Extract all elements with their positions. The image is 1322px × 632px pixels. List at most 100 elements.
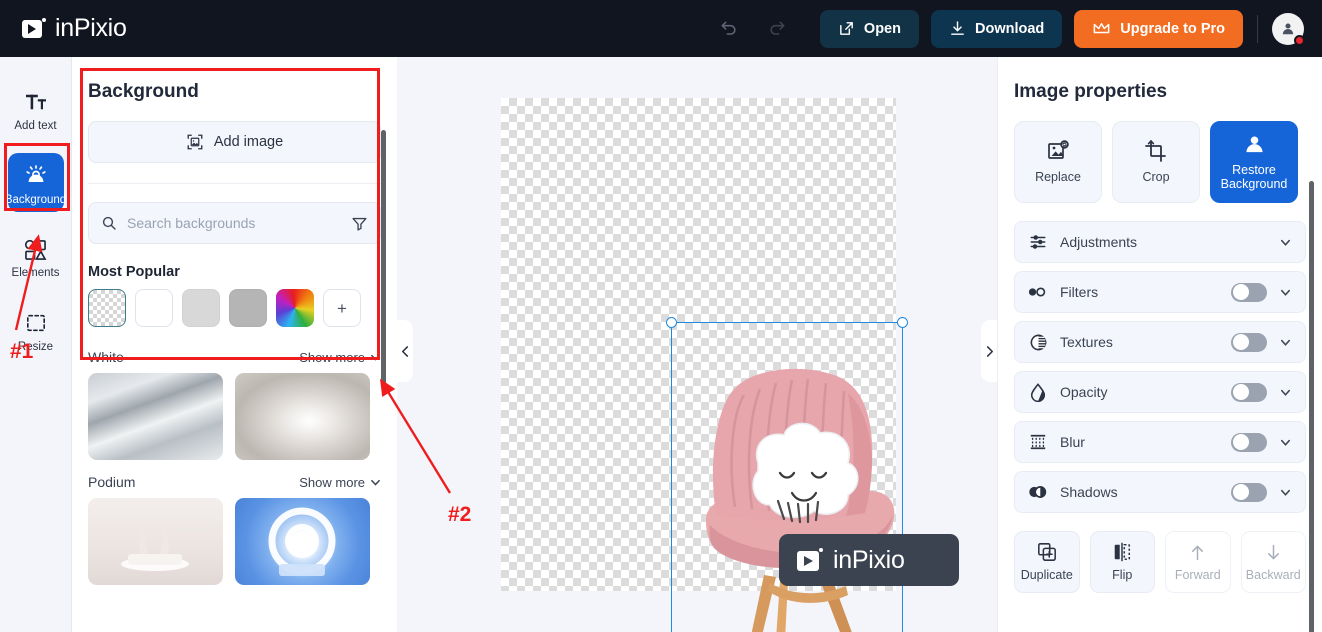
backward-button[interactable]: Backward xyxy=(1240,531,1306,593)
sidebar-item-background[interactable]: Background xyxy=(4,152,67,213)
panel-scrollbar[interactable] xyxy=(381,130,386,385)
collapse-right-panel-button[interactable] xyxy=(981,320,997,382)
swatch-list: + xyxy=(88,289,381,327)
redo-icon[interactable] xyxy=(760,12,794,46)
elements-icon xyxy=(24,236,47,262)
canvas-area[interactable]: inPixio xyxy=(397,57,997,632)
forward-button[interactable]: Forward xyxy=(1165,531,1231,593)
swatch-color-picker[interactable] xyxy=(276,289,314,327)
swatch-gray[interactable] xyxy=(229,289,267,327)
resize-handle-top-right[interactable] xyxy=(897,317,908,328)
chevron-down-icon[interactable] xyxy=(1279,386,1292,399)
chevron-down-icon xyxy=(370,352,381,363)
toggle-opacity[interactable] xyxy=(1231,382,1267,402)
chevron-right-icon xyxy=(984,345,995,358)
category-header-white: White Show more xyxy=(88,349,381,365)
sliders-icon xyxy=(1028,233,1048,251)
crop-icon xyxy=(1144,139,1168,163)
row-label-blur: Blur xyxy=(1060,434,1085,450)
row-label-shadows: Shadows xyxy=(1060,484,1118,500)
panel-title: Background xyxy=(88,81,199,102)
category-name-podium: Podium xyxy=(88,474,136,490)
sidebar-label-elements: Elements xyxy=(11,267,60,280)
sidebar-item-add-text[interactable]: Add text xyxy=(8,79,64,139)
swatch-white[interactable] xyxy=(135,289,173,327)
row-opacity[interactable]: Opacity xyxy=(1014,371,1306,413)
plus-icon: + xyxy=(337,298,347,318)
category-header-podium: Podium Show more xyxy=(88,474,381,490)
download-icon xyxy=(949,20,966,37)
category-name-white: White xyxy=(88,349,124,365)
row-blur[interactable]: Blur xyxy=(1014,421,1306,463)
watermark: inPixio xyxy=(779,534,959,586)
show-more-podium[interactable]: Show more xyxy=(299,475,381,490)
property-rows: Adjustments Filters Textures Opacity Blu… xyxy=(998,203,1322,513)
row-filters[interactable]: Filters xyxy=(1014,271,1306,313)
add-image-label: Add image xyxy=(213,134,284,150)
chevron-down-icon[interactable] xyxy=(1279,336,1292,349)
resize-handle-top-left[interactable] xyxy=(666,317,677,328)
toggle-blur[interactable] xyxy=(1231,432,1267,452)
background-thumb-podium-beige[interactable] xyxy=(88,498,223,585)
swatch-add-color[interactable]: + xyxy=(323,289,361,327)
arrow-down-icon xyxy=(1264,543,1283,562)
panel-divider xyxy=(88,183,381,184)
duplicate-label: Duplicate xyxy=(1020,568,1073,582)
background-thumb-podium-blue-ring[interactable] xyxy=(235,498,370,585)
search-backgrounds-field[interactable] xyxy=(88,202,381,244)
row-shadows[interactable]: Shadows xyxy=(1014,471,1306,513)
filter-icon[interactable] xyxy=(351,215,368,232)
sidebar-item-resize[interactable]: Resize xyxy=(8,300,64,360)
toggle-textures[interactable] xyxy=(1231,332,1267,352)
app-header: inPixio Open Download Upgrade to Pro xyxy=(0,0,1322,57)
opacity-drop-icon xyxy=(1028,382,1048,402)
swatch-light-gray[interactable] xyxy=(182,289,220,327)
replace-button[interactable]: Replace xyxy=(1014,121,1102,203)
row-label-filters: Filters xyxy=(1060,284,1099,300)
collapse-left-panel-button[interactable] xyxy=(397,320,413,382)
open-external-icon xyxy=(838,20,855,37)
undo-icon[interactable] xyxy=(712,12,746,46)
image-properties-title: Image properties xyxy=(1014,81,1168,102)
add-image-button[interactable]: Add image xyxy=(88,121,381,163)
open-button[interactable]: Open xyxy=(819,9,919,48)
inpixio-logo-icon xyxy=(22,17,46,41)
textures-icon xyxy=(1028,333,1048,352)
avatar[interactable] xyxy=(1272,12,1305,46)
duplicate-button[interactable]: Duplicate xyxy=(1014,531,1080,593)
row-adjustments[interactable]: Adjustments xyxy=(1014,221,1306,263)
arrow-up-icon xyxy=(1188,543,1207,562)
background-panel: Background Add image Search backgrounds … xyxy=(72,57,397,632)
show-more-white[interactable]: Show more xyxy=(299,350,381,365)
most-popular-label: Most Popular xyxy=(88,264,180,280)
download-button[interactable]: Download xyxy=(930,9,1063,48)
chevron-down-icon[interactable] xyxy=(1279,286,1292,299)
person-icon xyxy=(1243,133,1266,156)
crop-button[interactable]: Crop xyxy=(1112,121,1200,203)
background-thumb-white-arches[interactable] xyxy=(235,373,370,460)
flip-button[interactable]: Flip xyxy=(1089,531,1155,593)
image-action-row: Replace Crop Restore Background xyxy=(998,121,1322,203)
background-thumb-white-dunes[interactable] xyxy=(88,373,223,460)
forward-label: Forward xyxy=(1174,567,1221,582)
chevron-down-icon[interactable] xyxy=(1279,436,1292,449)
sidebar-item-elements[interactable]: Elements xyxy=(8,226,64,286)
shadows-icon xyxy=(1028,484,1048,500)
toggle-shadows[interactable] xyxy=(1231,482,1267,502)
thumb-row-white xyxy=(88,373,381,460)
flip-label: Flip xyxy=(1112,568,1133,582)
right-panel-scrollbar[interactable] xyxy=(1309,181,1314,632)
upgrade-to-pro-button[interactable]: Upgrade to Pro xyxy=(1074,9,1243,48)
search-input[interactable] xyxy=(127,215,341,231)
chevron-down-icon[interactable] xyxy=(1279,236,1292,249)
restore-background-button[interactable]: Restore Background xyxy=(1210,121,1298,203)
resize-icon xyxy=(25,310,47,336)
chevron-down-icon xyxy=(370,477,381,488)
swatch-transparent[interactable] xyxy=(88,289,126,327)
chevron-down-icon[interactable] xyxy=(1279,486,1292,499)
app-logo: inPixio xyxy=(22,14,127,43)
artboard[interactable]: inPixio xyxy=(501,98,959,632)
toggle-filters[interactable] xyxy=(1231,282,1267,302)
sidebar-label-background: Background xyxy=(4,193,67,206)
row-textures[interactable]: Textures xyxy=(1014,321,1306,363)
